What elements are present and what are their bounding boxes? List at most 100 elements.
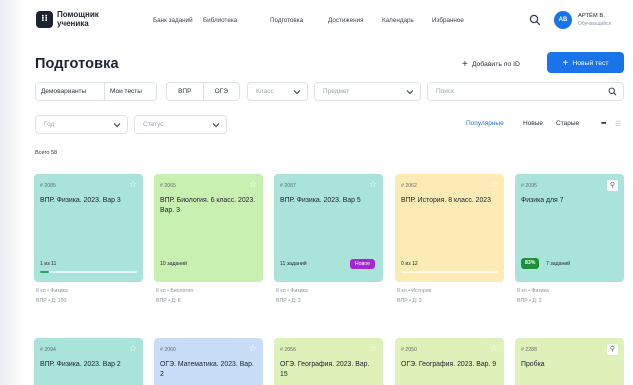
score-badge: 83% — [521, 258, 540, 269]
test-card[interactable]: # 2288 ⚲ Пробка — [515, 338, 624, 385]
card-title: ВПР. Физика. 2023. Вар 2 — [40, 361, 121, 368]
year-select[interactable]: Год — [35, 115, 128, 134]
test-card[interactable]: # 2085 ☆ ВПР. Физика. 2023. Вар 3 1 из 11 — [34, 174, 143, 282]
test-card[interactable]: # 2062 ☆ ВПР. История. 8 класс. 2023 0 из 1… — [395, 174, 504, 282]
card-meta-type: ВПР • Д: 3 — [397, 298, 422, 304]
star-icon[interactable]: ☆ — [369, 344, 377, 354]
person-icon[interactable]: ⚲ — [607, 180, 618, 191]
card-meta: 8 кл • История ВПР • Д: 3 — [397, 286, 432, 306]
card-title: ВПР. Биология. 6 класс. 2023. Вар. 3 — [160, 197, 256, 214]
source-toggle: Демоварианты Мои тесты — [35, 82, 157, 101]
total-count: Всего 58 — [35, 150, 58, 156]
status-select[interactable]: Статус — [134, 115, 227, 134]
user-name: АРТЁМ В. — [578, 13, 605, 19]
nav-item-favorites[interactable]: Избранное — [432, 17, 464, 24]
star-icon[interactable]: ☆ — [369, 180, 377, 190]
card-stat: 1 из 11 — [40, 261, 57, 267]
tab-demo[interactable]: Демоварианты — [36, 83, 104, 100]
card-title: ВПР. История. 8 класс. 2023 — [401, 197, 491, 204]
nav-item-bank[interactable]: Банк заданий — [153, 17, 193, 24]
test-card[interactable]: # 2056 ☆ ОГЭ. География. 2023. Вар. 15 — [274, 338, 383, 385]
card-title: Пробка — [521, 361, 545, 368]
class-select[interactable]: Класс — [247, 82, 308, 101]
card-meta-type: ВПР • Д: 6 — [156, 298, 181, 304]
card-meta-class: 8 кл • История — [397, 288, 432, 294]
card-title: ОГЭ. География. 2023. Вар. 9 — [401, 361, 497, 368]
test-card[interactable]: # 2065 ☆ ВПР. Биология. 6 класс. 2023. Вар… — [154, 174, 263, 282]
add-by-id-button[interactable]: + Добавить по ID — [462, 58, 520, 70]
card-title: ВПР. Физика. 2023. Вар 5 — [280, 197, 361, 204]
chevron-down-icon — [113, 121, 121, 129]
grid-view-icon[interactable]: ▪▪▪ — [601, 120, 607, 127]
card-id: # 2087 — [280, 183, 296, 189]
exam-toggle: ВПР ОГЭ — [166, 82, 240, 101]
card-stat: 7 заданий — [546, 261, 571, 267]
card-title: ВПР. Физика. 2023. Вар 3 — [40, 197, 121, 204]
test-card[interactable]: # 2060 ☆ ОГЭ. Математика. 2023. Вар. 2 — [154, 338, 263, 385]
progress-fill — [40, 271, 49, 273]
list-view-icon[interactable]: ☰ — [615, 120, 621, 128]
search-placeholder: Поиск — [436, 88, 455, 95]
progress-bar — [40, 271, 137, 273]
test-card[interactable]: # 2095 ⚲ Физика для 7 83% 7 заданий — [515, 174, 624, 282]
sort-new[interactable]: Новые — [523, 120, 543, 127]
tab-my-tests[interactable]: Мои тесты — [104, 83, 147, 100]
tab-vpr[interactable]: ВПР — [167, 83, 203, 100]
search-input[interactable]: Поиск — [427, 82, 624, 101]
card-title: Физика для 7 — [521, 197, 564, 204]
card-meta-class: 8 кл • Физика — [276, 288, 308, 294]
new-test-label: Новый тест — [572, 60, 609, 67]
new-test-button[interactable]: + Новый тест — [547, 52, 624, 73]
card-meta-type: ВПР • Д: 150 — [36, 298, 67, 304]
card-meta-type: ВПР • Д: 3 — [276, 298, 301, 304]
logo-icon[interactable]: ⁝⁝ — [36, 11, 53, 28]
card-id: # 2062 — [401, 183, 417, 189]
nav-item-library[interactable]: Библиотека — [203, 17, 237, 24]
top-nav: ⁝⁝ Помощник ученика Банк заданий Библиот… — [0, 0, 633, 42]
card-id: # 2288 — [521, 347, 537, 353]
card-stat: 11 заданий — [280, 261, 307, 267]
subject-select-label: Предмет — [323, 88, 350, 95]
card-meta-class: 6 кл • Биология — [156, 288, 194, 294]
search-icon[interactable] — [529, 13, 541, 26]
star-icon[interactable]: ☆ — [129, 180, 137, 190]
star-icon[interactable]: ☆ — [490, 180, 498, 190]
sort-popular[interactable]: Популярные — [466, 120, 504, 127]
avatar[interactable]: АВ — [554, 11, 572, 29]
card-title: ОГЭ. Математика. 2023. Вар. 2 — [160, 361, 254, 378]
plus-icon: + — [562, 58, 569, 69]
card-id: # 2065 — [160, 183, 176, 189]
card-meta-class: 8 кл • Физика — [36, 288, 68, 294]
card-meta-class: 8 кл • Физика — [517, 288, 549, 294]
star-icon[interactable]: ☆ — [249, 180, 257, 190]
left-shade — [0, 0, 24, 385]
card-stat: 0 из 12 — [401, 261, 418, 267]
card-meta: 8 кл • Физика ВПР • Д: 2 — [517, 286, 549, 306]
test-card[interactable]: # 2087 ☆ ВПР. Физика. 2023. Вар 5 11 задани… — [274, 174, 383, 282]
nav-item-calendar[interactable]: Календарь — [382, 17, 414, 24]
person-icon[interactable]: ⚲ — [607, 344, 618, 355]
card-id: # 2050 — [401, 347, 417, 353]
plus-icon: + — [462, 59, 468, 70]
card-id: # 2095 — [521, 183, 537, 189]
test-card[interactable]: # 2050 ☆ ОГЭ. География. 2023. Вар. 9 — [395, 338, 504, 385]
nav-item-prep[interactable]: Подготовка — [270, 17, 303, 24]
year-select-label: Год — [44, 121, 55, 128]
card-meta: 6 кл • Биология ВПР • Д: 6 — [156, 286, 193, 306]
sort-old[interactable]: Старые — [556, 120, 579, 127]
card-meta: 8 кл • Физика ВПР • Д: 150 — [36, 286, 68, 306]
star-icon[interactable]: ☆ — [129, 344, 137, 354]
card-title: ОГЭ. География. 2023. Вар. 15 — [280, 361, 370, 378]
card-id: # 2085 — [40, 183, 56, 189]
star-icon[interactable]: ☆ — [490, 344, 498, 354]
star-icon[interactable]: ☆ — [249, 344, 257, 354]
nav-item-achievements[interactable]: Достижения — [328, 17, 364, 24]
card-meta-type: ВПР • Д: 2 — [517, 298, 542, 304]
user-role: Обучающийся — [578, 21, 612, 27]
card-id: # 2060 — [160, 347, 176, 353]
card-id: # 2094 — [40, 347, 56, 353]
brand-name[interactable]: Помощник ученика — [57, 10, 117, 28]
subject-select[interactable]: Предмет — [314, 82, 421, 101]
test-card[interactable]: # 2094 ☆ ВПР. Физика. 2023. Вар 2 — [34, 338, 143, 385]
tab-oge[interactable]: ОГЭ — [202, 83, 240, 100]
